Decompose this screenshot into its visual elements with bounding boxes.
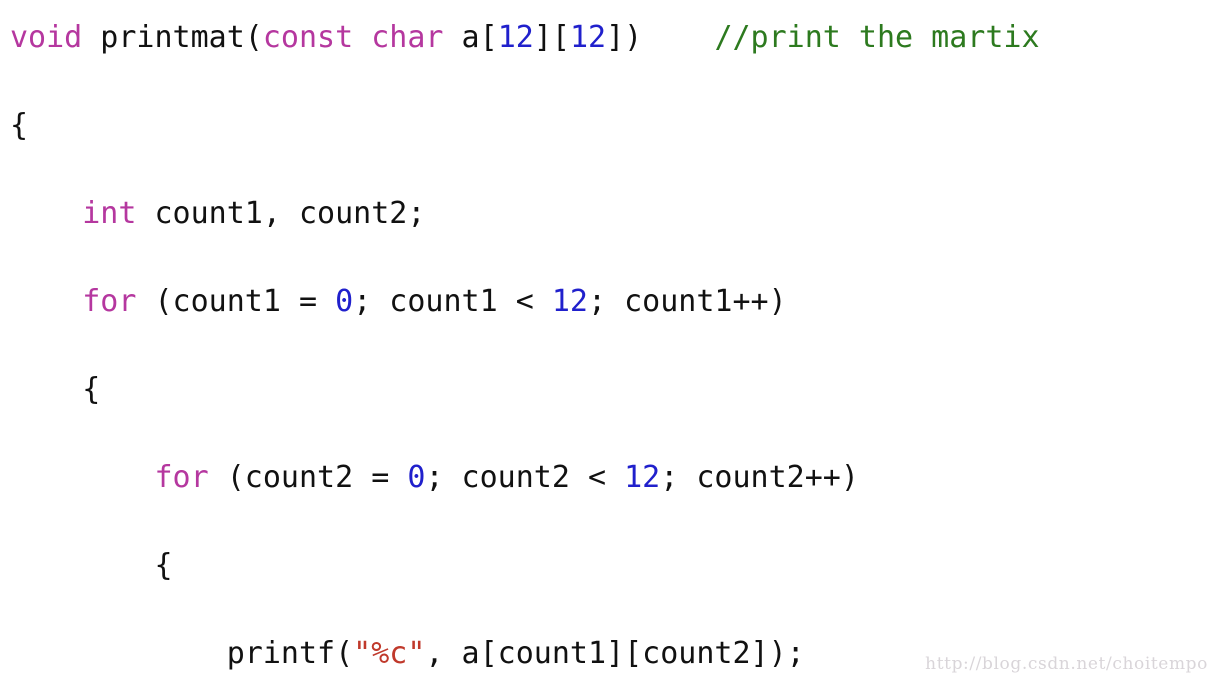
code-token-keyword: for: [154, 460, 209, 495]
code-line: {: [10, 104, 1040, 148]
code-token-plain: {: [10, 108, 29, 143]
code-token-plain: printf(: [10, 636, 354, 671]
code-line: int count1, count2;: [10, 192, 1040, 236]
code-listing[interactable]: void printmat(const char a[12][12]) //pr…: [10, 16, 1040, 684]
code-token-keyword: void: [10, 20, 83, 55]
code-token-keyword: for: [82, 284, 137, 319]
code-token-keyword: int: [82, 196, 137, 231]
code-token-plain: (count2 =: [208, 460, 408, 495]
code-line: printf("%c", a[count1][count2]);: [10, 632, 1040, 676]
code-token-number: 12: [497, 20, 534, 55]
code-line: void printmat(const char a[12][12]) //pr…: [10, 16, 1040, 60]
code-line: {: [10, 544, 1040, 588]
code-token-number: 12: [569, 20, 607, 55]
code-token-plain: ; count1 <: [353, 284, 552, 319]
code-screenshot: void printmat(const char a[12][12]) //pr…: [0, 0, 1214, 684]
code-token-number: 0: [407, 460, 426, 495]
code-token-number: 0: [335, 284, 354, 319]
code-token-number: 12: [624, 460, 661, 495]
code-token-plain: {: [10, 548, 173, 583]
code-token-plain: a[: [443, 20, 498, 55]
code-token-comment: //print the martix: [714, 20, 1040, 55]
code-token-plain: {: [10, 372, 101, 407]
code-line: for (count2 = 0; count2 < 12; count2++): [10, 456, 1040, 500]
code-token-plain: ; count2++): [660, 460, 859, 495]
watermark-url: http://blog.csdn.net/choitempo: [925, 654, 1208, 674]
code-token-string: "%c": [353, 636, 426, 671]
code-token-keyword: const char: [262, 20, 444, 55]
code-line: for (count1 = 0; count1 < 12; count1++): [10, 280, 1040, 324]
code-token-plain: ]): [606, 20, 715, 55]
code-line: {: [10, 368, 1040, 412]
code-token-plain: (count1 =: [136, 284, 336, 319]
code-token-plain: printmat(: [82, 20, 263, 55]
code-token-plain: count1, count2;: [136, 196, 426, 231]
code-token-plain: ][: [533, 20, 570, 55]
code-token-number: 12: [551, 284, 588, 319]
code-token-plain: , a[count1][count2]);: [425, 636, 805, 671]
code-token-plain: ; count1++): [588, 284, 787, 319]
code-token-plain: ; count2 <: [425, 460, 625, 495]
